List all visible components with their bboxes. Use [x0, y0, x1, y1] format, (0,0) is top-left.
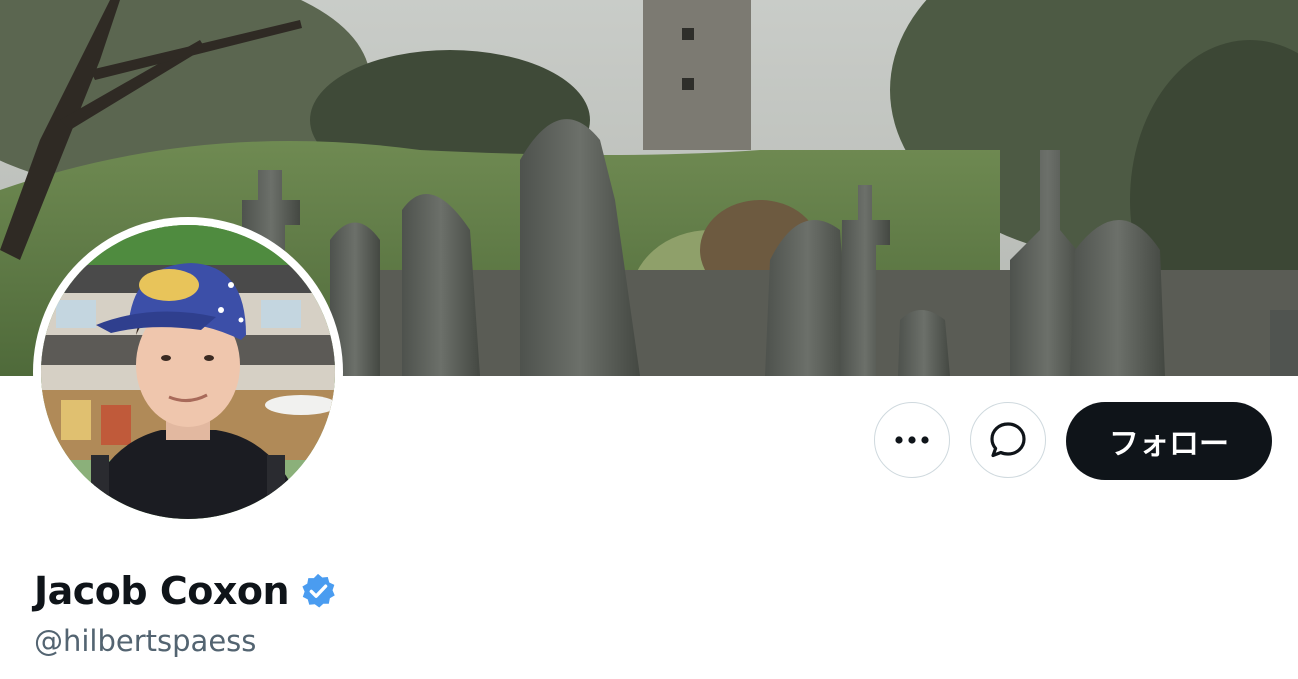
user-handle: @hilbertspaess	[34, 624, 257, 658]
profile-header: フォロー Jacob Coxon @hilbertspaess	[0, 0, 1298, 679]
display-name: Jacob Coxon	[34, 569, 290, 613]
message-button[interactable]	[970, 402, 1046, 478]
message-bubble-icon	[990, 422, 1026, 458]
follow-button[interactable]: フォロー	[1066, 402, 1272, 480]
ellipsis-icon	[895, 436, 929, 444]
avatar-ring	[33, 217, 343, 527]
verified-badge-icon	[302, 573, 335, 608]
avatar[interactable]	[41, 225, 335, 519]
name-row: Jacob Coxon	[34, 566, 337, 616]
more-options-button[interactable]	[874, 402, 950, 478]
